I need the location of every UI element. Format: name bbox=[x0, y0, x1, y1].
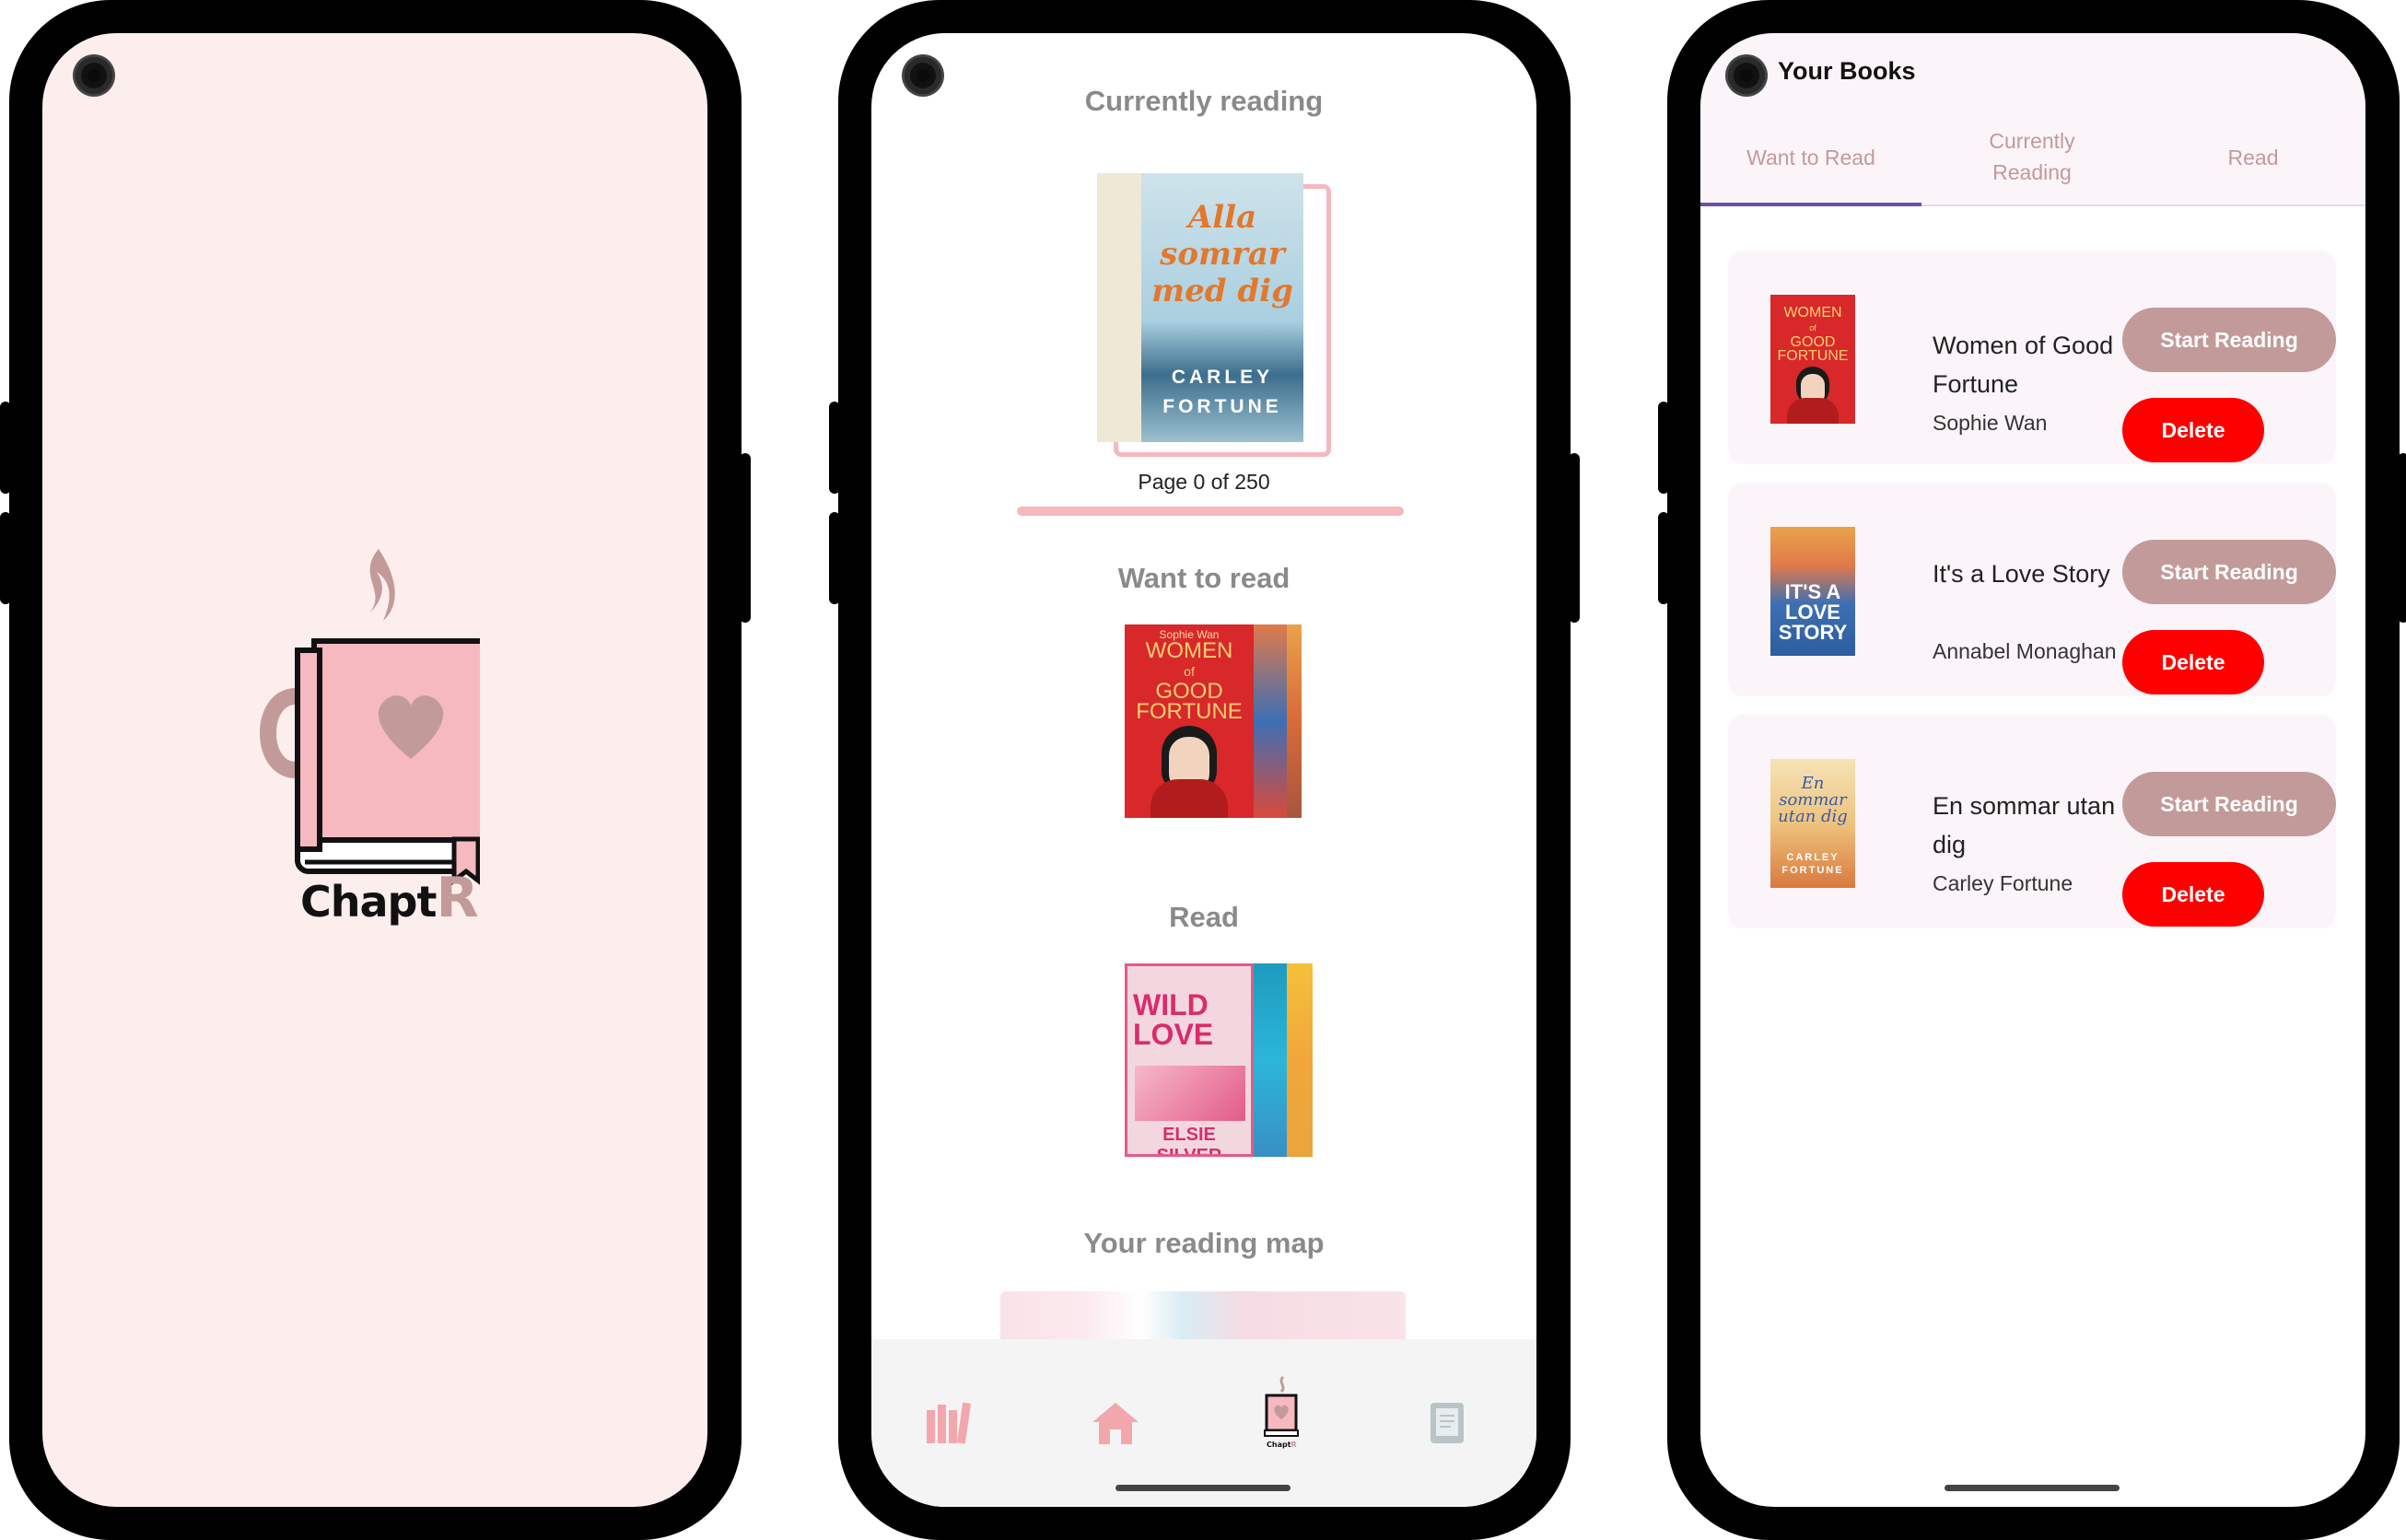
power-button bbox=[740, 453, 751, 623]
active-tab-indicator bbox=[1700, 203, 1921, 206]
library-screen: ← Your Books Want to Read Currently Read… bbox=[1700, 33, 2365, 1507]
book-title: En sommar utan dig bbox=[1933, 792, 2116, 858]
cover-author-line: FORTUNE bbox=[1162, 396, 1282, 417]
book-card: En sommar utan dig CARLEY FORTUNE En sommar… bbox=[1728, 715, 2336, 928]
book-author: Sophie Wan bbox=[1933, 411, 2048, 435]
bottom-navigation: ChaptR bbox=[871, 1339, 1536, 1507]
delete-button[interactable]: Delete bbox=[2122, 398, 2264, 462]
book-title: It's a Love Story bbox=[1933, 560, 2110, 588]
volume-up-button bbox=[0, 402, 11, 494]
book-author: Annabel Monaghan bbox=[1933, 639, 2117, 663]
tab-want-to-read[interactable]: Want to Read bbox=[1700, 142, 1921, 173]
splash-screen: ChaptR bbox=[42, 33, 707, 1507]
want-book-cover: Sophie Wan WOMEN of GOOD FORTUNE bbox=[1125, 624, 1254, 818]
current-book-stack[interactable]: Alla somrar med dig CARLEY FORTUNE bbox=[1097, 173, 1331, 457]
book-cover: En sommar utan dig CARLEY FORTUNE bbox=[1770, 759, 1855, 888]
delete-button[interactable]: Delete bbox=[2122, 630, 2264, 694]
book-cover: WOMEN of GOOD FORTUNE bbox=[1770, 295, 1855, 424]
logo-text-accent: R bbox=[436, 866, 478, 930]
volume-down-button bbox=[829, 512, 840, 604]
gesture-home-bar[interactable] bbox=[1115, 1485, 1291, 1491]
phone-library-frame: ← Your Books Want to Read Currently Read… bbox=[1658, 0, 2406, 1540]
nav-home[interactable] bbox=[1083, 1391, 1148, 1455]
read-stack[interactable]: WILD LOVE ELSIE SILVER bbox=[1125, 963, 1320, 1159]
svg-text:ChaptR: ChaptR bbox=[1267, 1441, 1297, 1449]
cover-title-line: WILD bbox=[1133, 988, 1209, 1021]
start-reading-button[interactable]: Start Reading bbox=[2122, 308, 2336, 372]
tablet-icon bbox=[1431, 1403, 1464, 1443]
volume-up-button bbox=[829, 402, 840, 494]
reading-progress-bar bbox=[1017, 507, 1404, 516]
reading-map-heading: Your reading map bbox=[1083, 1227, 1325, 1259]
volume-up-button bbox=[1658, 402, 1669, 494]
book-title: Women of Good Fortune bbox=[1933, 332, 2114, 398]
start-reading-button[interactable]: Start Reading bbox=[2122, 772, 2336, 836]
home-icon bbox=[1092, 1403, 1139, 1444]
want-to-read-heading: Want to read bbox=[1117, 562, 1291, 594]
start-reading-button[interactable]: Start Reading bbox=[2122, 540, 2336, 604]
cover-author-line: CARLEY bbox=[1171, 367, 1274, 388]
book-card: IT'S A LOVE STORY It's a Love Story Annabe… bbox=[1728, 483, 2336, 696]
cover-title-line: FORTUNE bbox=[1136, 699, 1243, 724]
page-title: Your Books bbox=[1778, 57, 1916, 85]
delete-button[interactable]: Delete bbox=[2122, 862, 2264, 927]
read-book-cover: WILD LOVE ELSIE SILVER bbox=[1125, 963, 1254, 1157]
page-progress-text: Page 0 of 250 bbox=[1138, 470, 1270, 494]
library-header: ← Your Books Want to Read Currently Read… bbox=[1700, 33, 2365, 206]
bookshelf-icon bbox=[927, 1402, 972, 1444]
gesture-home-bar[interactable] bbox=[1945, 1485, 2120, 1491]
front-camera bbox=[1728, 57, 1765, 94]
chaptr-logo-text: ChaptR bbox=[300, 866, 479, 930]
phone-home-frame: Currently reading Alla somrar med dig CA… bbox=[829, 0, 1580, 1540]
cover-title-line: WOMEN bbox=[1145, 638, 1233, 663]
cover-title-line: med dig bbox=[1151, 273, 1293, 309]
front-camera bbox=[905, 57, 941, 94]
nav-chaptr[interactable]: ChaptR bbox=[1249, 1375, 1314, 1449]
read-heading: Read bbox=[1169, 901, 1239, 933]
currently-reading-heading: Currently reading bbox=[1084, 85, 1324, 117]
book-author: Carley Fortune bbox=[1933, 871, 2073, 895]
volume-down-button bbox=[0, 512, 11, 604]
current-book-cover: Alla somrar med dig CARLEY FORTUNE bbox=[1141, 173, 1303, 442]
cover-title-line: LOVE bbox=[1133, 1018, 1214, 1051]
want-to-read-stack[interactable]: Sophie Wan WOMEN of GOOD FORTUNE bbox=[1125, 624, 1320, 820]
tab-read[interactable]: Read bbox=[2143, 142, 2364, 173]
book-cover: IT'S A LOVE STORY bbox=[1770, 527, 1855, 656]
nav-library[interactable] bbox=[917, 1391, 982, 1455]
logo-text-main: Chapt bbox=[300, 877, 437, 927]
volume-down-button bbox=[1658, 512, 1669, 604]
front-camera bbox=[76, 57, 112, 94]
reading-map-preview[interactable] bbox=[1000, 1291, 1406, 1339]
cover-title-line: somrar bbox=[1160, 236, 1285, 273]
power-button bbox=[2398, 453, 2406, 623]
cover-title-line: Alla bbox=[1187, 199, 1257, 236]
phone-splash-frame: ChaptR bbox=[0, 0, 751, 1540]
cover-author: ELSIE SILVER bbox=[1156, 1125, 1222, 1157]
nav-reader[interactable] bbox=[1415, 1391, 1479, 1455]
home-screen: Currently reading Alla somrar med dig CA… bbox=[871, 33, 1536, 1507]
power-button bbox=[1569, 453, 1580, 623]
book-card: WOMEN of GOOD FORTUNE Women of Good Fortune… bbox=[1728, 251, 2336, 464]
tab-currently-reading[interactable]: Currently Reading bbox=[1921, 125, 2143, 188]
chaptr-logo-icon: ChaptR bbox=[1264, 1375, 1299, 1449]
